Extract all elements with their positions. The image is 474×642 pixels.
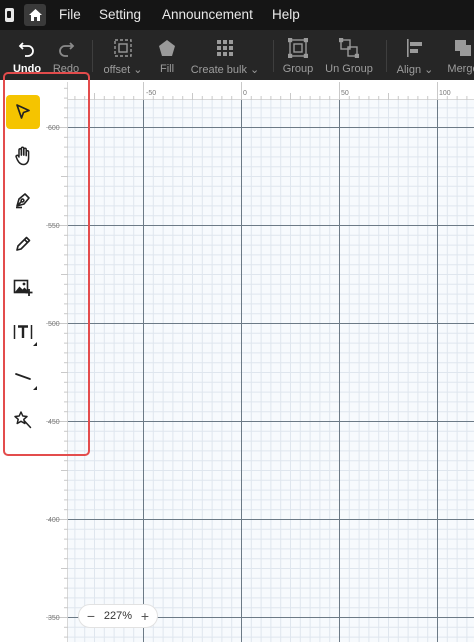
offset-icon xyxy=(113,38,133,58)
chevron-down-icon: ⌄ xyxy=(424,64,434,76)
app-logo-icon xyxy=(5,8,14,22)
zoom-out-button[interactable]: − xyxy=(85,609,97,623)
left-ruler-ticks xyxy=(46,87,68,638)
toolbar: Undo Redo offset ⌄ Fill Create bulk ⌄ Gr… xyxy=(0,30,474,80)
line-icon xyxy=(15,373,31,380)
ruler-label: 0 xyxy=(243,90,247,97)
fill-label: Fill xyxy=(159,63,175,75)
undo-label: Undo xyxy=(12,63,42,75)
pen-nib-icon xyxy=(16,193,30,209)
redo-button[interactable]: Redo xyxy=(47,30,85,80)
ruler-label: 50 xyxy=(341,90,349,97)
ruler-label: 350 xyxy=(48,615,60,622)
home-button[interactable] xyxy=(24,4,46,26)
menu-announcement[interactable]: Announcement xyxy=(162,7,253,22)
redo-icon xyxy=(56,38,76,58)
offset-label: offset ⌄ xyxy=(103,64,143,76)
create-bulk-label: Create bulk ⌄ xyxy=(190,64,260,76)
merge-label: Merge xyxy=(447,63,474,75)
text-icon xyxy=(13,325,33,339)
submenu-corner-icon xyxy=(33,342,37,346)
line-tool[interactable] xyxy=(6,359,40,393)
zoom-in-button[interactable]: + xyxy=(139,609,151,623)
ruler-label: 500 xyxy=(48,321,60,328)
ungroup-icon xyxy=(339,38,359,58)
ruler-label: 400 xyxy=(48,517,60,524)
canvas-grid xyxy=(68,100,474,642)
ungroup-label: Un Group xyxy=(325,63,373,75)
group-icon xyxy=(288,38,308,58)
toolbar-divider xyxy=(92,40,93,72)
left-ruler: 600 550 500 450 400 350 xyxy=(46,82,68,642)
submenu-corner-icon xyxy=(33,386,37,390)
hand-icon xyxy=(15,146,30,166)
top-ruler: -50 0 50 100 xyxy=(68,82,474,100)
design-canvas[interactable] xyxy=(68,100,474,642)
pentagon-fill-icon xyxy=(157,38,177,58)
image-tool[interactable] xyxy=(6,271,40,305)
merge-icon xyxy=(453,38,473,58)
text-tool[interactable] xyxy=(6,315,40,349)
undo-button[interactable]: Undo xyxy=(8,30,46,80)
hand-tool[interactable] xyxy=(6,139,40,173)
undo-icon xyxy=(17,38,37,58)
top-ruler-ticks xyxy=(74,82,468,100)
fill-button[interactable]: Fill xyxy=(150,30,184,80)
menu-file[interactable]: File xyxy=(59,7,81,22)
zoom-level: 227% xyxy=(103,610,133,622)
magic-tool[interactable] xyxy=(6,403,40,437)
toolbar-divider xyxy=(273,40,274,72)
chevron-down-icon: ⌄ xyxy=(250,64,260,76)
ruler-label: 600 xyxy=(48,125,60,132)
ruler-label: -50 xyxy=(146,90,157,97)
menu-bar: File Setting Announcement Help xyxy=(0,0,474,30)
zoom-control: − 227% + xyxy=(78,604,158,628)
ruler-label: 450 xyxy=(48,419,60,426)
magic-star-icon xyxy=(14,411,32,429)
ungroup-button[interactable]: Un Group xyxy=(322,30,376,80)
align-button[interactable]: Align ⌄ xyxy=(393,30,437,80)
align-left-icon xyxy=(405,38,425,58)
group-button[interactable]: Group xyxy=(280,30,316,80)
redo-label: Redo xyxy=(52,63,80,75)
offset-button[interactable]: offset ⌄ xyxy=(100,30,146,80)
group-label: Group xyxy=(282,63,314,75)
ruler-label: 550 xyxy=(48,223,60,230)
grid-bulk-icon xyxy=(215,38,235,58)
home-icon xyxy=(28,9,42,21)
image-add-icon xyxy=(13,279,33,296)
merge-button[interactable]: Merge xyxy=(443,30,474,80)
align-label: Align ⌄ xyxy=(396,64,434,76)
menu-help[interactable]: Help xyxy=(272,7,300,22)
menu-setting[interactable]: Setting xyxy=(99,7,141,22)
pencil-icon xyxy=(16,236,31,251)
create-bulk-button[interactable]: Create bulk ⌄ xyxy=(189,30,261,80)
chevron-down-icon: ⌄ xyxy=(133,64,143,76)
toolbar-divider xyxy=(386,40,387,72)
cursor-arrow-icon xyxy=(16,104,30,119)
pencil-tool[interactable] xyxy=(6,227,40,261)
left-tool-panel xyxy=(0,80,46,642)
select-tool[interactable] xyxy=(6,95,40,129)
ruler-label: 100 xyxy=(439,90,451,97)
pen-tool[interactable] xyxy=(6,183,40,217)
